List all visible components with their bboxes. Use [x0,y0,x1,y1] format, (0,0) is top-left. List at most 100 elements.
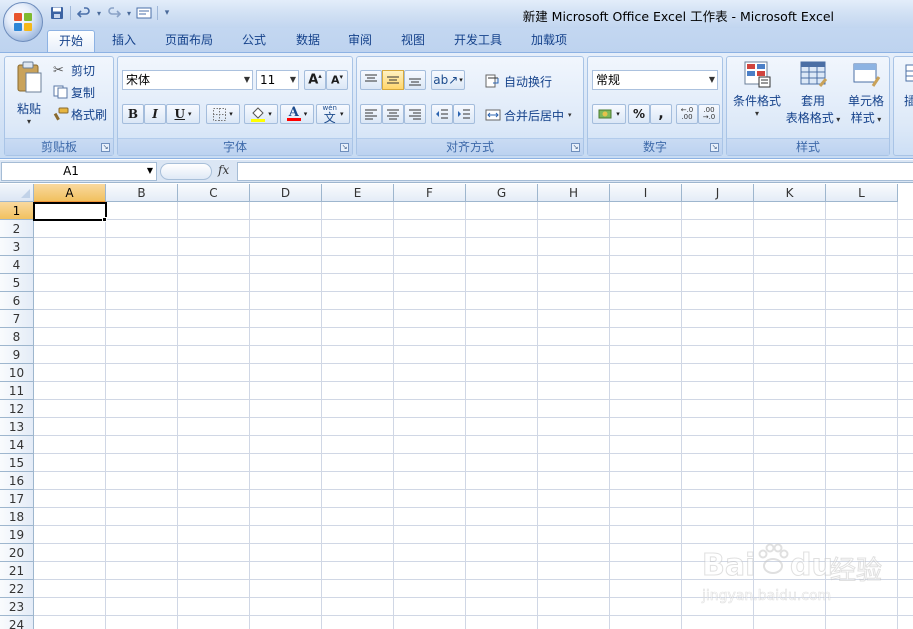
tab-data[interactable]: 数据 [284,30,332,52]
select-all-button[interactable] [0,184,34,202]
increase-decimal-button[interactable]: ←.0.00 [676,104,698,124]
fill-color-button[interactable]: ▾ [244,104,278,124]
align-left-button[interactable] [360,104,382,124]
conditional-formatting-button[interactable]: 条件格式 ▾ [729,59,785,135]
borders-button[interactable]: ▾ [206,104,240,124]
font-color-icon: A [286,106,301,121]
orientation-button[interactable]: ab↗ ▾ [431,70,465,90]
font-dialog-launcher[interactable]: ↘ [340,143,349,152]
alignment-dialog-launcher[interactable]: ↘ [571,143,580,152]
top-align-button[interactable] [360,70,382,90]
tab-view[interactable]: 视图 [389,30,437,52]
row-header-3[interactable]: 3 [0,238,34,256]
row-header-7[interactable]: 7 [0,310,34,328]
row-header-10[interactable]: 10 [0,364,34,382]
row-header-18[interactable]: 18 [0,508,34,526]
row-header-20[interactable]: 20 [0,544,34,562]
formula-expand-pill[interactable] [160,163,212,180]
row-header-14[interactable]: 14 [0,436,34,454]
number-group: 常规 ▼ ▾ % , ←.0.00 .00 →.0 数字 ↘ [587,56,723,156]
italic-button[interactable]: I [144,104,166,124]
row-header-24[interactable]: 24 [0,616,34,629]
align-right-button[interactable] [404,104,426,124]
fill-handle[interactable] [102,217,107,222]
tab-insert[interactable]: 插入 [100,30,148,52]
phonetic-button[interactable]: wén 文 ▾ [316,104,350,124]
wrap-text-button[interactable]: 自动换行 [485,71,552,91]
column-header-l[interactable]: L [826,184,898,202]
column-header-k[interactable]: K [754,184,826,202]
column-header-e[interactable]: E [322,184,394,202]
column-header-c[interactable]: C [178,184,250,202]
row-header-8[interactable]: 8 [0,328,34,346]
tab-home[interactable]: 开始 [47,30,95,52]
row-header-4[interactable]: 4 [0,256,34,274]
insert-cells-label: 插 [904,94,913,108]
column-header-i[interactable]: I [610,184,682,202]
row-header-23[interactable]: 23 [0,598,34,616]
row-header-21[interactable]: 21 [0,562,34,580]
insert-cells-button[interactable]: 插 [896,59,913,135]
insert-function-icon[interactable]: fx [218,163,229,177]
column-header-a[interactable]: A [34,184,106,202]
row-header-5[interactable]: 5 [0,274,34,292]
row-header-6[interactable]: 6 [0,292,34,310]
underline-button[interactable]: U ▾ [166,104,200,124]
column-header-f[interactable]: F [394,184,466,202]
percent-button[interactable]: % [628,104,650,124]
column-header-j[interactable]: J [682,184,754,202]
align-center-button[interactable] [382,104,404,124]
number-format-combo[interactable]: 常规 ▼ [592,70,718,90]
row-header-13[interactable]: 13 [0,418,34,436]
bold-button[interactable]: B [122,104,144,124]
office-button[interactable] [3,2,43,42]
column-header-g[interactable]: G [466,184,538,202]
paste-button[interactable]: 粘贴 ▾ [8,59,50,135]
merge-center-button[interactable]: 合并后居中 ▾ [485,105,572,125]
font-name-combo[interactable]: 宋体 ▼ [122,70,253,90]
tab-page-layout[interactable]: 页面布局 [156,30,222,52]
increase-indent-button[interactable] [453,104,475,124]
column-gridline [465,202,466,629]
row-header-15[interactable]: 15 [0,454,34,472]
column-header-b[interactable]: B [106,184,178,202]
clipboard-dialog-launcher[interactable]: ↘ [101,143,110,152]
cell-styles-button[interactable]: 单元格 样式 ▾ [841,59,891,135]
column-header-d[interactable]: D [250,184,322,202]
format-as-table-button[interactable]: 套用 表格格式 ▾ [785,59,841,135]
orientation-icon: ab↗ [433,73,459,87]
tab-developer[interactable]: 开发工具 [444,30,512,52]
row-header-1[interactable]: 1 [0,202,34,220]
office-logo-icon [14,13,34,33]
shrink-font-button[interactable]: A▾ [326,70,348,90]
number-dialog-launcher[interactable]: ↘ [710,143,719,152]
decrease-indent-button[interactable] [431,104,453,124]
accounting-format-button[interactable]: ▾ [592,104,626,124]
tab-review[interactable]: 审阅 [336,30,384,52]
row-header-16[interactable]: 16 [0,472,34,490]
row-header-11[interactable]: 11 [0,382,34,400]
row-header-2[interactable]: 2 [0,220,34,238]
row-header-19[interactable]: 19 [0,526,34,544]
format-as-table-label-row: 表格格式 ▾ [785,109,841,126]
active-cell-a1[interactable] [33,202,107,221]
tab-formulas[interactable]: 公式 [230,30,278,52]
grow-font-button[interactable]: A▴ [304,70,326,90]
comma-button[interactable]: , [650,104,672,124]
column-header-h[interactable]: H [538,184,610,202]
decrease-decimal-button[interactable]: .00 →.0 [698,104,720,124]
cut-button[interactable]: ✂ 剪切 [53,61,95,79]
font-size-combo[interactable]: 11 ▼ [256,70,299,90]
font-color-button[interactable]: A ▾ [280,104,314,124]
name-box[interactable]: A1 ▼ [1,162,157,181]
copy-button[interactable]: 复制 [53,83,95,101]
format-painter-button[interactable]: 格式刷 [53,105,107,123]
row-header-9[interactable]: 9 [0,346,34,364]
bottom-align-button[interactable] [404,70,426,90]
row-header-12[interactable]: 12 [0,400,34,418]
tab-add-ins[interactable]: 加载项 [520,30,578,52]
middle-align-button[interactable] [382,70,404,90]
formula-input[interactable] [237,162,913,181]
row-header-17[interactable]: 17 [0,490,34,508]
row-header-22[interactable]: 22 [0,580,34,598]
